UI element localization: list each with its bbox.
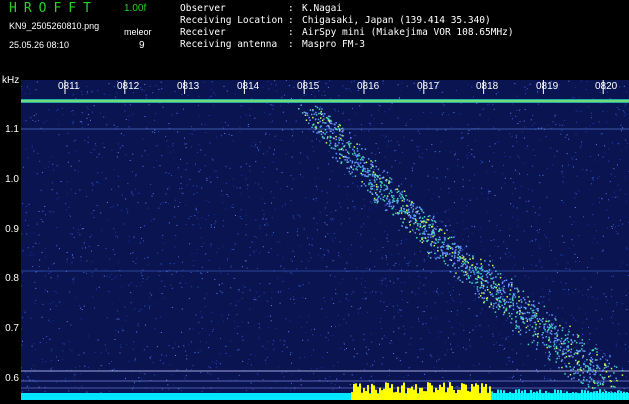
x-tick-label: 0813: [177, 81, 199, 92]
y-tick-label: 0.9: [0, 224, 19, 235]
y-axis-unit: kHz: [2, 75, 19, 86]
y-tick-label: 1.1: [0, 124, 19, 135]
meta-value: K.Nagai: [302, 3, 342, 14]
version-label: 1.00f: [124, 3, 146, 14]
meta-key: Receiving antenna: [180, 39, 288, 51]
y-tick-label: 0.7: [0, 323, 19, 334]
x-tick-label: 0817: [417, 81, 439, 92]
meta-row-antenna: Receiving antenna:Maspro FM-3: [180, 39, 514, 51]
meta-value: Maspro FM-3: [302, 39, 365, 50]
x-tick-label: 0814: [237, 81, 259, 92]
meta-row-receiver: Receiver:AirSpy mini (Miakejima VOR 108.…: [180, 27, 514, 39]
metadata-block: Observer:K.Nagai Receiving Location:Chig…: [180, 3, 514, 51]
x-tick-label: 0811: [58, 81, 80, 92]
meleor-label: meleor: [124, 27, 152, 37]
timestamp-label: 25.05.26 08:10: [9, 40, 69, 50]
meleor-count: 9: [139, 40, 145, 51]
header-panel: HROFFT 1.00f KN9_2505260810.png meleor 9…: [0, 0, 629, 75]
meta-key: Observer: [180, 3, 288, 15]
x-tick-label: 0819: [536, 81, 558, 92]
meta-row-location: Receiving Location:Chigasaki, Japan (139…: [180, 15, 514, 27]
filename-label: KN9_2505260810.png: [9, 21, 99, 31]
meta-value: AirSpy mini (Miakejima VOR 108.65MHz): [302, 27, 514, 38]
meta-row-observer: Observer:K.Nagai: [180, 3, 514, 15]
spectrogram-canvas: [21, 80, 629, 400]
spectrogram-panel[interactable]: [21, 80, 629, 400]
x-tick-label: 0816: [357, 81, 379, 92]
x-tick-label: 0818: [476, 81, 498, 92]
y-tick-label: 0.8: [0, 273, 19, 284]
x-tick-label: 0820: [595, 81, 617, 92]
x-tick-label: 0812: [117, 81, 139, 92]
meta-key: Receiver: [180, 27, 288, 39]
app-title: HROFFT: [9, 1, 98, 16]
y-tick-label: 1.0: [0, 174, 19, 185]
meta-key: Receiving Location: [180, 15, 288, 27]
meta-value: Chigasaki, Japan (139.414 35.340): [302, 15, 491, 26]
y-tick-label: 0.6: [0, 373, 19, 384]
x-tick-label: 0815: [297, 81, 319, 92]
